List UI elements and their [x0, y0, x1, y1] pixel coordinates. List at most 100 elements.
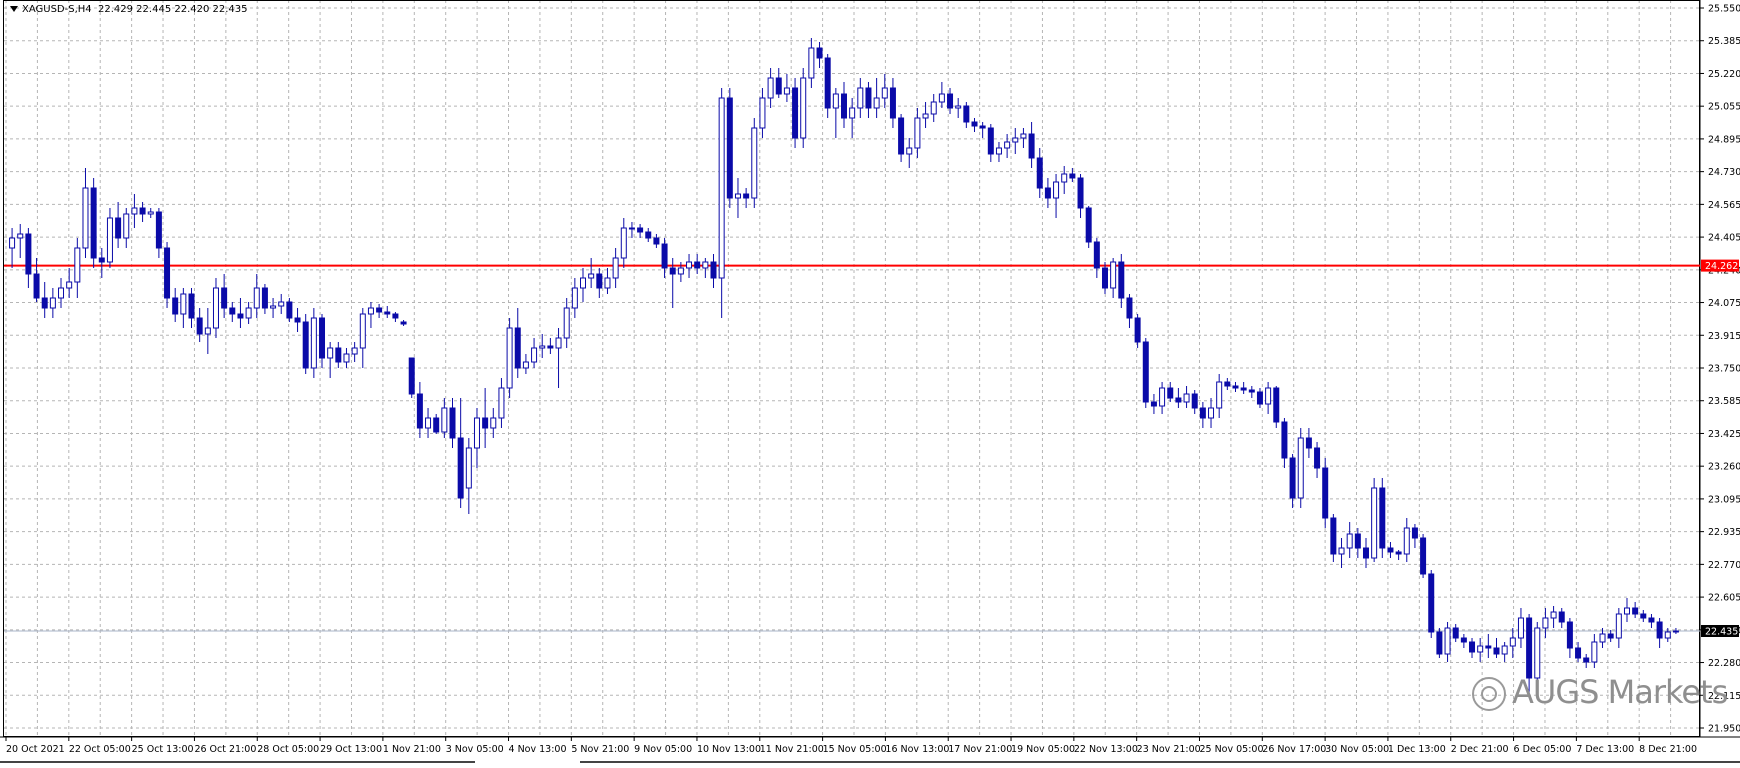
- price-tick-label: 21.950: [1708, 724, 1740, 735]
- candle-body-bear: [41, 297, 48, 309]
- candle-body-bear: [661, 243, 668, 269]
- candle-body-bull: [367, 307, 374, 315]
- candle-body-bull: [718, 97, 725, 279]
- chart-area[interactable]: 25.550 25.385 25.220 25.055 24.895 24.730 24.5…: [0, 0, 1740, 764]
- candle-body-bear: [1256, 391, 1263, 405]
- time-tick-label: 30 Nov 05:00: [1325, 744, 1389, 755]
- candle-body-bull: [327, 347, 334, 359]
- symbol-header: XAGUSD-S,H4 22.429 22.445 22.420 22.435: [10, 4, 248, 15]
- candle-body-bear: [824, 57, 831, 109]
- price-chart[interactable]: 25.550 25.385 25.220 25.055 24.895 24.730 24.5…: [0, 0, 1740, 764]
- candle-body-bear: [963, 105, 970, 123]
- candle-body-bear: [1093, 241, 1100, 269]
- candle-body-bull: [620, 227, 627, 259]
- candle-body-bull: [677, 267, 684, 275]
- candle-body-bear: [1101, 267, 1108, 289]
- candle-body-bull: [1159, 387, 1166, 407]
- candle-body-bear: [637, 227, 644, 233]
- price-tick-label: 23.585: [1708, 396, 1740, 407]
- candle-body-bull: [995, 147, 1002, 155]
- price-tick-label: 23.915: [1708, 331, 1740, 342]
- candle-body-bull: [1183, 393, 1190, 403]
- time-tick-label: 7 Dec 13:00: [1576, 744, 1634, 755]
- time-tick-label: 17 Nov 21:00: [948, 744, 1012, 755]
- candle-body-bull: [1534, 627, 1541, 679]
- candle-body-bull: [506, 327, 513, 389]
- candle-body-bull: [147, 211, 154, 215]
- candle-body-bear: [1469, 641, 1476, 653]
- candle-body-bear: [302, 321, 309, 369]
- candle-body-bear: [408, 357, 415, 395]
- candle-body-bull: [1444, 627, 1451, 655]
- candle-body-bear: [841, 93, 847, 119]
- time-tick-label: 1 Nov 21:00: [383, 744, 441, 755]
- candle-body-bull: [465, 447, 472, 489]
- candle-body-bull: [1477, 645, 1484, 653]
- candle-body-bear: [1575, 647, 1582, 659]
- candle-body-bull: [580, 277, 587, 289]
- candle-body-bull: [783, 87, 790, 95]
- dropdown-arrow-icon[interactable]: [10, 6, 18, 12]
- candle-body-bull: [1509, 637, 1516, 647]
- candle-body-bull: [555, 337, 562, 349]
- candle-body-bull: [751, 127, 758, 199]
- time-tick-label: 26 Oct 21:00: [194, 744, 256, 755]
- candle-body-bear: [1583, 657, 1590, 663]
- candle-body-bear: [229, 307, 236, 315]
- price-tick-label: 25.055: [1708, 102, 1740, 113]
- time-tick-label: 28 Oct 05:00: [257, 744, 319, 755]
- candle-body-bear: [1322, 467, 1329, 519]
- candle-body-bear: [971, 121, 978, 127]
- candle-body-bull: [857, 87, 864, 109]
- candle-body-bear: [1224, 381, 1231, 387]
- candle-body-bear: [1118, 261, 1125, 299]
- time-tick-label: 5 Nov 21:00: [571, 744, 629, 755]
- candle-body-bull: [612, 257, 619, 279]
- red-line-price-tag: 24.262: [1705, 261, 1738, 272]
- candle: [90, 178, 97, 268]
- candle-body-bull: [1338, 547, 1345, 555]
- time-tick-label: 23 Nov 21:00: [1137, 744, 1201, 755]
- candle-body-bull: [563, 307, 570, 339]
- candle: [1436, 628, 1443, 658]
- candle-body-bull: [1591, 641, 1598, 663]
- candle-body-bear: [1452, 627, 1459, 639]
- candle-body-bear: [221, 287, 228, 309]
- candle-body-bull: [1623, 607, 1630, 615]
- candle-body-bull: [1501, 645, 1508, 655]
- candle-body-bull: [881, 87, 888, 99]
- candle-body-bear: [1273, 387, 1280, 423]
- candle-body-bull: [832, 93, 839, 109]
- candle-body-bull: [1403, 527, 1410, 555]
- candle-body-bull: [1053, 181, 1060, 199]
- candle-body-bear: [1142, 341, 1149, 403]
- time-tick-label: 8 Dec 21:00: [1639, 744, 1697, 755]
- candle-body-bull: [571, 287, 578, 309]
- candle-body-bull: [849, 107, 856, 119]
- candle-body-bull: [310, 317, 317, 369]
- candle-body-bull: [180, 293, 187, 315]
- candle-body-bear: [294, 317, 301, 323]
- candle-body-bear: [1330, 517, 1337, 555]
- candle-body-bull: [123, 213, 130, 239]
- time-tick-label: 9 Nov 05:00: [634, 744, 692, 755]
- price-tick-label: 25.550: [1708, 4, 1740, 15]
- candle-body-bear: [1656, 621, 1663, 639]
- candle-body-bull: [1346, 533, 1353, 549]
- candle-body-bear: [947, 93, 954, 109]
- candle-body-bear: [1289, 457, 1296, 499]
- price-tick-label: 24.075: [1708, 298, 1740, 309]
- candle-body-bull: [1542, 617, 1549, 629]
- price-tick-label: 23.095: [1708, 494, 1740, 505]
- candle-body-bull: [531, 347, 538, 363]
- candle-body-bull: [131, 207, 138, 215]
- candle: [302, 314, 309, 374]
- candle-body-bull: [767, 77, 774, 99]
- candle: [1428, 570, 1435, 638]
- candle-body-bull: [1004, 141, 1011, 149]
- candle-body-bear: [1175, 397, 1182, 403]
- candle-body-bull: [1012, 137, 1019, 143]
- candle-body-bull: [473, 417, 480, 449]
- candle-body-bull: [278, 301, 285, 307]
- candle-body-bear: [865, 87, 872, 109]
